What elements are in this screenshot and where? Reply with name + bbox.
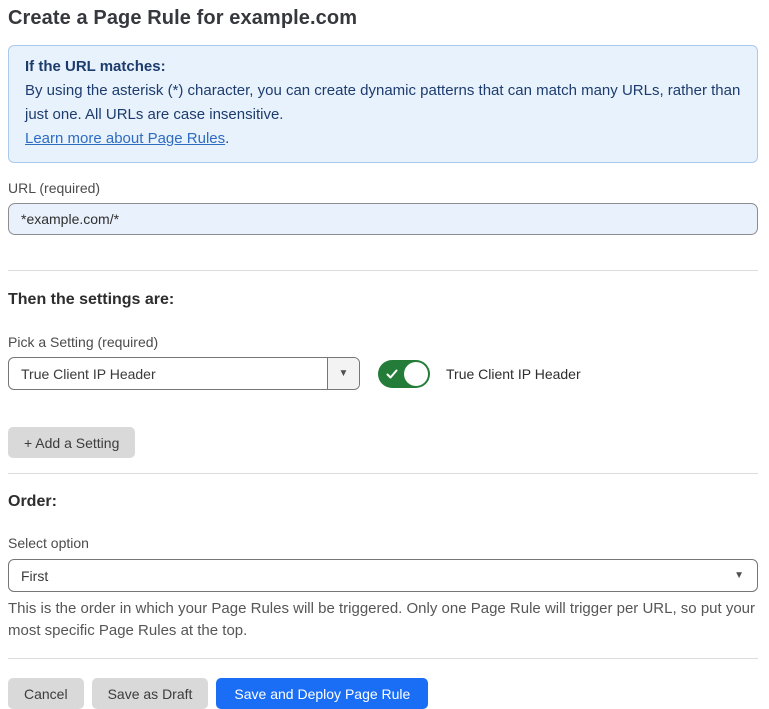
link-suffix: . [225,130,229,147]
info-box-body: By using the asterisk (*) character, you… [25,79,741,127]
order-select-value: First [21,568,48,584]
url-field-label: URL (required) [8,180,758,196]
page-rule-form: Create a Page Rule for example.com If th… [8,0,758,709]
chevron-down-icon: ▼ [734,571,744,581]
setting-dropdown-arrow-segment[interactable]: ▼ [327,358,359,389]
section-divider [8,473,758,474]
footer-buttons: Cancel Save as Draft Save and Deploy Pag… [8,678,758,709]
chevron-down-icon: ▼ [339,369,349,379]
add-setting-button[interactable]: + Add a Setting [8,427,135,458]
setting-toggle[interactable] [378,360,430,388]
order-section-heading: Order: [8,493,758,511]
check-icon [386,367,398,385]
section-divider [8,270,758,271]
order-help-text: This is the order in which your Page Rul… [8,598,758,642]
order-select[interactable]: First ▼ [8,559,758,592]
info-box-heading: If the URL matches: [25,55,741,79]
footer-divider [8,658,758,659]
page-title: Create a Page Rule for example.com [8,7,758,30]
settings-section-heading: Then the settings are: [8,291,758,309]
toggle-wrap: True Client IP Header [378,360,581,388]
url-input[interactable] [8,203,758,235]
url-match-info-box: If the URL matches: By using the asteris… [8,45,758,163]
info-box-link-line: Learn more about Page Rules. [25,127,741,151]
setting-row: True Client IP Header ▼ True Client IP H… [8,357,758,390]
order-select-label: Select option [8,535,758,551]
toggle-knob [404,362,428,386]
learn-more-link[interactable]: Learn more about Page Rules [25,130,225,147]
setting-dropdown[interactable]: True Client IP Header ▼ [8,357,360,390]
save-as-draft-button[interactable]: Save as Draft [92,678,209,709]
setting-dropdown-value: True Client IP Header [9,358,327,389]
cancel-button[interactable]: Cancel [8,678,84,709]
pick-setting-label: Pick a Setting (required) [8,334,758,350]
toggle-label: True Client IP Header [446,366,581,382]
save-and-deploy-button[interactable]: Save and Deploy Page Rule [216,678,428,709]
